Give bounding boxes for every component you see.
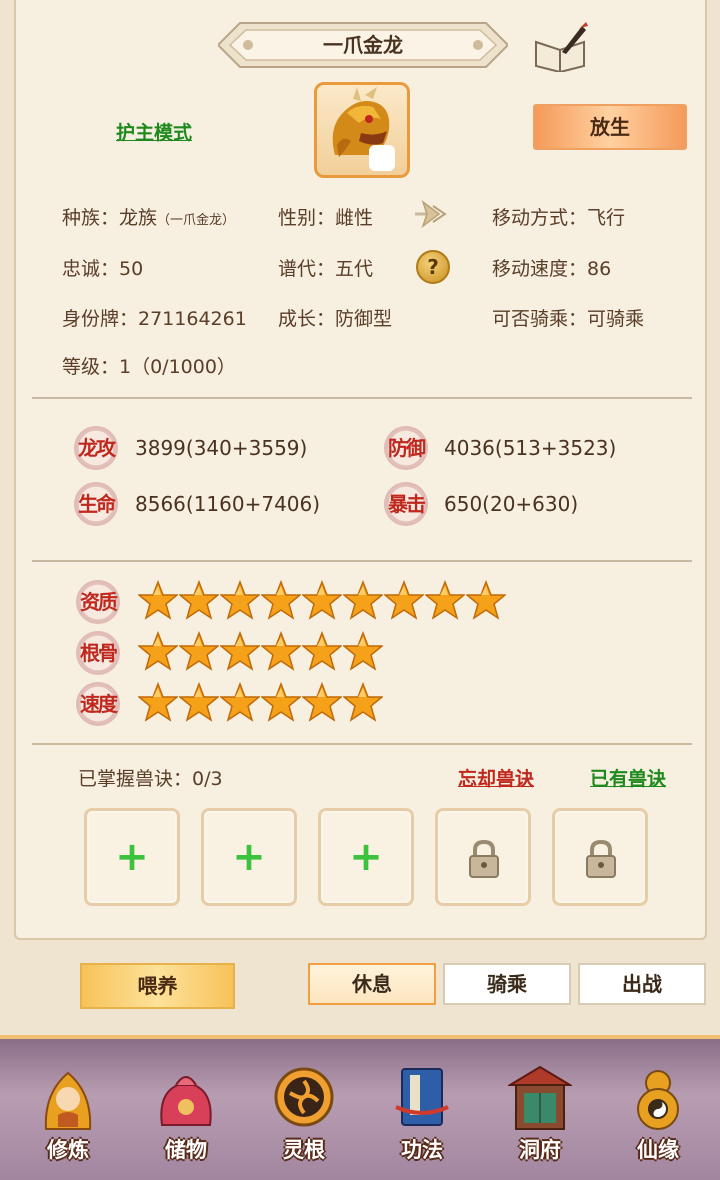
star-icon — [259, 681, 303, 722]
spirit-root-icon — [274, 1067, 334, 1127]
question-help-icon[interactable]: ? — [416, 250, 450, 284]
star-icon — [382, 579, 426, 620]
growth-info: 成长：防御型 — [278, 308, 393, 330]
level-info: 等级：1（0/1000） — [62, 356, 236, 378]
stat-value-defense: 4036(513+3523) — [444, 436, 617, 460]
star-icon — [341, 579, 385, 620]
aptitude-stars — [136, 579, 508, 620]
star-icon — [136, 579, 180, 620]
stat-badge-hp: 生命 — [74, 482, 118, 526]
star-icon — [177, 681, 221, 722]
skill-slot-add[interactable]: + — [201, 808, 297, 906]
stat-value-crit: 650(20+630) — [444, 492, 579, 516]
arrow-right-icon[interactable] — [413, 198, 449, 230]
cave-mansion-icon — [508, 1065, 572, 1130]
stat-badge-attack: 龙攻 — [74, 426, 118, 470]
divider — [32, 743, 692, 745]
bone-stars — [136, 630, 385, 671]
star-icon — [341, 630, 385, 671]
star-icon — [136, 681, 180, 722]
pet-portrait — [314, 82, 410, 178]
stat-value-hp: 8566(1160+7406) — [135, 492, 321, 516]
star-icon — [136, 630, 180, 671]
generation-info: 谱代：五代 — [278, 258, 374, 280]
storage-bag-icon — [160, 1076, 212, 1126]
nav-item-storage[interactable]: 储物 — [136, 1055, 236, 1170]
move-speed-info: 移动速度：86 — [492, 258, 612, 280]
cultivation-icon — [44, 1071, 92, 1130]
star-icon — [177, 630, 221, 671]
gender-info: 性别：雌性 — [278, 207, 374, 229]
star-icon — [341, 681, 385, 722]
rideable-info: 可否骑乘：可骑乘 — [492, 308, 645, 330]
nav-label: 仙缘 — [637, 1138, 679, 1162]
battle-button[interactable]: 出战 — [578, 963, 706, 1005]
race-info: 种族：龙族（一爪金龙） — [62, 203, 235, 230]
star-icon — [218, 579, 262, 620]
star-icon — [464, 579, 508, 620]
release-button[interactable]: 放生 — [533, 104, 687, 150]
scripture-book-icon — [395, 1068, 449, 1126]
move-mode-info: 移动方式：飞行 — [492, 207, 626, 229]
rating-badge-speed: 速度 — [76, 682, 120, 726]
race-subtitle: （一爪金龙） — [157, 213, 236, 228]
loyalty-info: 忠诚：50 — [62, 258, 144, 280]
golden-dragon-avatar — [332, 87, 395, 171]
rating-badge-bone: 根骨 — [76, 631, 120, 675]
nav-label: 修炼 — [47, 1138, 89, 1162]
stat-value-attack: 3899(340+3559) — [135, 436, 308, 460]
mastered-skills-count: 已掌握兽诀：0/3 — [78, 768, 223, 790]
book-quill-icon[interactable] — [532, 22, 588, 74]
rest-button[interactable]: 休息 — [308, 963, 436, 1005]
stat-badge-crit: 暴击 — [384, 482, 428, 526]
guard-mode-link[interactable]: 护主模式 — [116, 118, 192, 145]
id-tag-info: 身份牌：271164261 — [62, 308, 247, 330]
nav-label: 灵根 — [283, 1138, 325, 1162]
star-icon — [300, 681, 344, 722]
star-icon — [259, 579, 303, 620]
lock-icon — [469, 839, 499, 878]
skill-slot-add[interactable]: + — [84, 808, 180, 906]
nav-item-technique[interactable]: 功法 — [372, 1055, 472, 1170]
plus-icon: + — [349, 834, 383, 880]
race-value: 龙族 — [119, 207, 158, 229]
nav-item-cave-mansion[interactable]: 洞府 — [490, 1055, 590, 1170]
star-icon — [300, 630, 344, 671]
stat-badge-defense: 防御 — [384, 426, 428, 470]
feed-button[interactable]: 喂养 — [80, 963, 235, 1009]
gourd-icon — [637, 1070, 679, 1130]
star-icon — [300, 579, 344, 620]
divider — [32, 560, 692, 562]
nav-item-cultivation[interactable]: 修炼 — [18, 1055, 118, 1170]
star-icon — [218, 630, 262, 671]
lock-icon — [586, 839, 616, 878]
speed-stars — [136, 681, 385, 722]
forget-skill-link[interactable]: 忘却兽诀 — [458, 764, 534, 791]
nav-item-immortal-fate[interactable]: 仙缘 — [608, 1055, 708, 1170]
plus-icon: + — [232, 834, 266, 880]
rating-badge-aptitude: 资质 — [76, 580, 120, 624]
race-label: 种族： — [62, 207, 120, 229]
ride-button[interactable]: 骑乘 — [443, 963, 571, 1005]
star-icon — [218, 681, 262, 722]
divider — [32, 397, 692, 399]
nav-label: 功法 — [401, 1138, 443, 1162]
nav-label: 储物 — [165, 1138, 207, 1162]
skill-slot-add[interactable]: + — [318, 808, 414, 906]
owned-skills-link[interactable]: 已有兽诀 — [590, 764, 666, 791]
skill-slot-locked[interactable] — [552, 808, 648, 906]
star-icon — [259, 630, 303, 671]
title-plate: 一爪金龙 — [218, 20, 508, 70]
star-icon — [177, 579, 221, 620]
page-title: 一爪金龙 — [323, 33, 403, 57]
plus-icon: + — [115, 834, 149, 880]
nav-item-spirit-root[interactable]: 灵根 — [254, 1055, 354, 1170]
star-icon — [423, 579, 467, 620]
skill-slot-locked[interactable] — [435, 808, 531, 906]
nav-label: 洞府 — [519, 1138, 561, 1162]
